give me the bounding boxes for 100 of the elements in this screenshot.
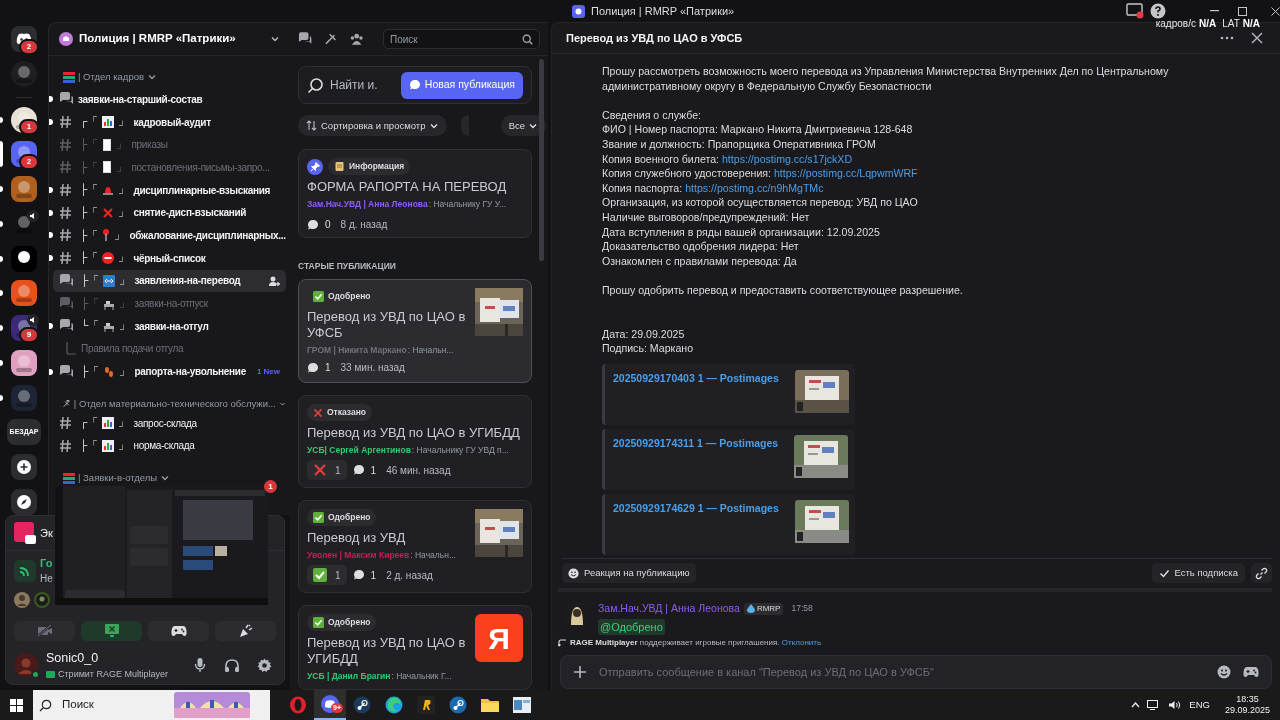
clock[interactable]: 18:35 29.09.2025 [1224, 694, 1270, 716]
channel-item[interactable]: └「 」 заявки-на-отгул [53, 314, 286, 338]
reaction-chip[interactable]: 1 [307, 460, 347, 480]
channel-item[interactable]: ├「 」 рапорта-на-увольнение 1 New [53, 360, 286, 383]
filter-button[interactable]: Все [500, 115, 546, 137]
post-card[interactable]: Одобрено Перевод из УВД по ЦАО в УГИБДД УСБ | Данил Брагин: Начальник Г... Я [298, 605, 532, 690]
hashtag-icon [59, 160, 73, 175]
message-link[interactable]: https://postimg.cc/LqpwmWRF [773, 167, 918, 180]
channel-item[interactable]: ├「 」 дисциплинарные-взыскания [53, 178, 286, 202]
emoji-icon[interactable] [1217, 665, 1231, 679]
channel-item[interactable]: Правила подачи отгула [53, 337, 286, 361]
notification-badge: 1 [19, 119, 39, 136]
comment-icon [352, 569, 365, 581]
volume-icon[interactable] [1168, 700, 1183, 710]
post-title: ФОРМА РАПОРТА НА ПЕРЕВОД [307, 179, 508, 196]
message-input[interactable]: Отправить сообщение в канал "Перевод из УВД по ЦАО в УФСБ" [599, 663, 1205, 681]
message-text: Сведения о службе: [602, 107, 703, 123]
post-card[interactable]: Одобрено Перевод из УВД по ЦАО в УФСБ ГРОМ | Никита Маркано: Начальн... 1 33 мин. назад [298, 279, 532, 383]
search-input[interactable]: Поиск [62, 696, 162, 714]
members-icon[interactable] [349, 32, 363, 46]
screen-recording-icon[interactable] [1126, 3, 1144, 19]
voice-channel[interactable]: Не [40, 571, 53, 587]
add-server-button[interactable] [11, 453, 37, 480]
steam-icon [353, 696, 371, 714]
gamepad-icon[interactable] [1243, 666, 1259, 678]
search-bar[interactable]: Поиск [383, 29, 540, 49]
new-post-button[interactable]: Новая публикация [400, 71, 523, 99]
channel-item[interactable]: ├「 」 чёрный-список [53, 246, 286, 270]
discover-button[interactable] [11, 488, 37, 515]
category-title[interactable]: | Отдел кадров [78, 69, 145, 85]
message-author[interactable]: Зам.Нач.УВД | Анна Леонова [598, 600, 740, 617]
channel-item[interactable]: ┌「 」 кадровый-аудит [53, 110, 286, 134]
party-popper-icon [238, 623, 253, 638]
plus-icon[interactable] [573, 665, 587, 679]
channel-item[interactable]: ├「 」 обжалование-дисциплинарных... [53, 224, 292, 247]
channel-item[interactable]: ├「 」 заявки-на-отпуск [53, 292, 286, 315]
status-tag: Информация [328, 158, 411, 176]
channel-item[interactable]: ├「 」 снятие-дисп-взысканий [53, 201, 286, 225]
embed-title-link[interactable]: 20250929174311 1 — Postimages [613, 435, 779, 490]
pin-off-icon[interactable] [324, 32, 338, 46]
close-icon[interactable] [1271, 6, 1280, 16]
scrollbar-thumb[interactable] [539, 59, 544, 261]
message-link[interactable]: https://postimg.cc/s17jckXD [721, 152, 853, 165]
language-indicator[interactable]: ENG [1189, 697, 1210, 713]
message-composer[interactable]: Отправить сообщение в канал "Перевод из УВД по ЦАО в УФСБ" [560, 655, 1272, 689]
copy-link-button[interactable] [1251, 563, 1272, 584]
post-card[interactable]: Одобрено Перевод из УВД Уволен | Максим Киреев: Начальн... 1 1 2 д. назад [298, 500, 532, 593]
server-icon[interactable] [11, 349, 37, 376]
server-icon[interactable] [11, 176, 37, 203]
minimize-icon[interactable] [1210, 10, 1219, 12]
tree-branch-label: ┌「 [80, 114, 99, 130]
category-title[interactable]: | Отдел материально-технического обслужи... [73, 396, 276, 412]
message-text: Копия служебного удостоверения: https://postimg.cc/LqpwmWRF [602, 166, 919, 181]
sort-button[interactable]: Сортировка и просмотр [298, 115, 448, 137]
reaction-chip[interactable]: 1 [307, 565, 347, 585]
author-name[interactable]: УСБ| Сергей Аргентинов [307, 444, 412, 456]
server-icon[interactable] [11, 245, 37, 272]
role-mention[interactable]: @Одобрено [598, 618, 665, 635]
channel-item[interactable]: заявки-на-старший-состав [53, 88, 286, 111]
help-icon[interactable] [1150, 3, 1166, 19]
activity-button[interactable] [148, 620, 209, 641]
soundboard-button[interactable] [215, 620, 276, 641]
post-title: Перевод из УВД по ЦАО в УФСБ [307, 309, 467, 341]
dismiss-link[interactable]: Отклонить [781, 638, 822, 647]
search-input[interactable]: Найти и. [330, 76, 392, 95]
category-title[interactable]: | Заявки-в-отделы [78, 471, 158, 486]
server-header[interactable]: Полиция | RMRP «Патрики» [49, 23, 290, 56]
channel-item[interactable]: ├「 」 заявления-на-перевод [53, 269, 286, 293]
channel-item[interactable]: ┌「 」 запрос-склада [53, 411, 286, 435]
comment-icon [307, 218, 319, 231]
screen-share-button[interactable] [81, 620, 142, 641]
taskbar-search-bar[interactable]: Поиск [33, 690, 270, 720]
embed-title-link[interactable]: 20250929174629 1 — Postimages [613, 500, 779, 555]
reaction-button[interactable]: Реакция на публикацию [562, 563, 696, 584]
author-name[interactable]: Зам.Нач.УВД | Анна Леонова [307, 198, 429, 211]
add-member-icon[interactable] [268, 274, 280, 287]
channel-item[interactable]: ├「 」 постановления-письмы-запро... [53, 156, 286, 179]
post-card[interactable]: Отказано Перевод из УВД по ЦАО в УГИБДД УСБ| Сергей Аргентинов: Начальнику ГУ УВД п... 1 1 46 мин. назад [298, 395, 532, 488]
channel-name: обжалование-дисциплинарных... [129, 228, 286, 243]
threads-icon[interactable] [298, 32, 313, 46]
overlay-label: кадров/с [1155, 18, 1196, 30]
no-entry-icon [102, 252, 115, 265]
post-card[interactable]: Информация ФОРМА РАПОРТА НА ПЕРЕВОД Зам.Нач.УВД | Анна Леонова: Начальнику ГУ У... 0 8 д. назад [298, 149, 532, 239]
search-input[interactable]: Поиск [390, 31, 522, 47]
channel-item[interactable]: ├「 」 приказы [53, 133, 286, 157]
pin-icon [102, 229, 111, 242]
comment-count: 1 [370, 463, 377, 478]
server-icon[interactable] [11, 280, 37, 307]
embed-title-link[interactable]: 20250929170403 1 — Postimages [613, 370, 779, 425]
maximize-icon[interactable] [1238, 6, 1247, 16]
post-preview: : Начальник Г... [391, 670, 452, 682]
camera-off-button[interactable] [14, 620, 75, 641]
author-name[interactable]: УСБ | Данил Брагин [307, 670, 392, 682]
follow-button[interactable]: Есть подписка [1152, 563, 1245, 584]
channel-item[interactable]: ├「 」 норма-склада [53, 434, 286, 458]
forum-icon [59, 273, 74, 288]
message-link[interactable]: https://postimg.cc/n9hMgTMc [685, 181, 824, 194]
chart-icon [102, 116, 115, 129]
role-badge: RMRP [743, 602, 784, 615]
chevron-up-icon[interactable] [1131, 702, 1141, 708]
